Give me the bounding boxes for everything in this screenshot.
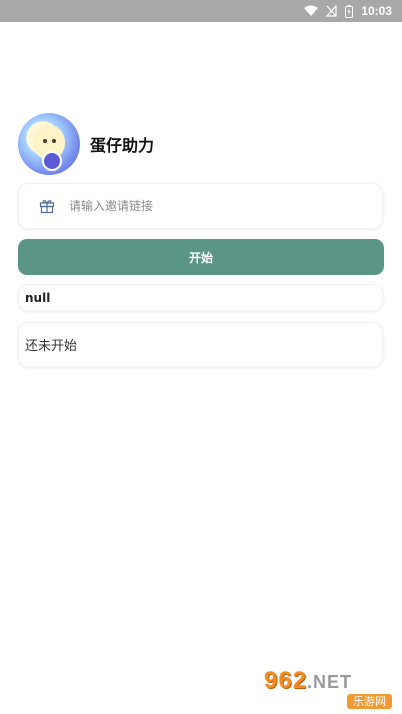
avatar [18, 113, 80, 175]
app-header: 蛋仔助力 [18, 112, 154, 176]
site-watermark: 962.NET 乐游网 [264, 668, 396, 710]
app-title: 蛋仔助力 [90, 136, 155, 155]
output-text: null [25, 290, 51, 305]
start-button[interactable]: 开始 [18, 239, 384, 275]
invite-link-input[interactable] [67, 198, 351, 214]
battery-icon [345, 4, 354, 18]
watermark-suffix: .NET [307, 672, 353, 692]
no-signal-icon [326, 5, 337, 17]
watermark-site: 乐游网 [347, 694, 392, 709]
status-text: 还未开始 [25, 339, 78, 354]
status-bar: 10:03 [0, 0, 402, 22]
status-box: 还未开始 [18, 322, 383, 367]
invite-link-field[interactable] [18, 183, 383, 229]
output-box: null [18, 284, 383, 311]
wifi-icon [304, 5, 319, 17]
gift-icon [39, 199, 55, 214]
clock-time: 10:03 [361, 4, 392, 18]
watermark-number: 962 [264, 667, 308, 694]
